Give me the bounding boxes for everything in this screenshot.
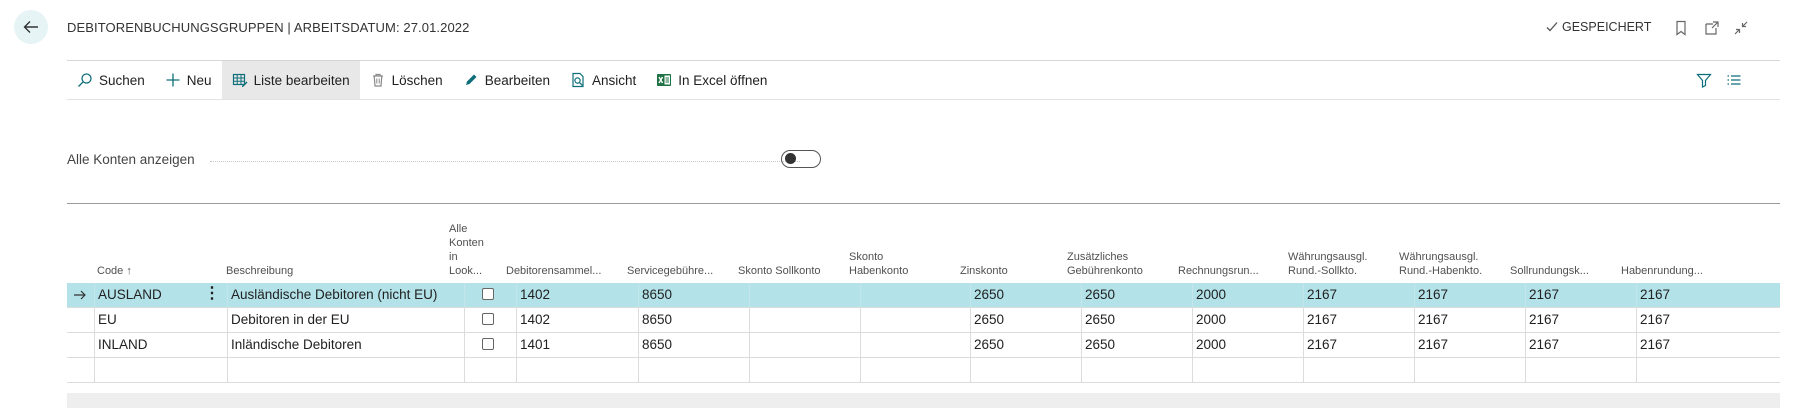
delete-button-label: Löschen <box>391 72 443 88</box>
col-header-wa-haben[interactable]: Währungsausgl. Rund.-Habenkto. <box>1399 250 1504 278</box>
plus-icon <box>165 72 181 88</box>
cell-code[interactable]: AUSLAND <box>98 283 162 307</box>
cell-habenrund[interactable]: 2167 <box>1640 283 1670 307</box>
table-header: Code ↑ Beschreibung Alle Konten in Look.… <box>67 215 1780 282</box>
cell-zins[interactable]: 2650 <box>974 333 1004 357</box>
save-status: GESPEICHERT <box>1545 20 1651 34</box>
cell-sollrund[interactable]: 2167 <box>1529 333 1559 357</box>
col-header-debitoren[interactable]: Debitorensammel... <box>506 264 601 278</box>
dotted-leader <box>210 161 800 162</box>
action-bar: Suchen Neu Liste bearbeiten Löschen Bear… <box>67 61 777 99</box>
edit-list-button-label: Liste bearbeiten <box>253 72 350 88</box>
view-button[interactable]: Ansicht <box>560 61 646 99</box>
view-button-label: Ansicht <box>592 72 637 88</box>
cell-debitoren[interactable]: 1402 <box>520 283 550 307</box>
filter-icon[interactable] <box>1695 71 1713 89</box>
search-icon <box>77 72 93 88</box>
cell-service[interactable]: 8650 <box>642 333 672 357</box>
cell-debitoren[interactable]: 1401 <box>520 333 550 357</box>
cell-wa-soll[interactable]: 2167 <box>1307 308 1337 332</box>
cell-service[interactable]: 8650 <box>642 308 672 332</box>
checkmark-icon <box>1546 22 1558 32</box>
cell-wa-haben[interactable]: 2167 <box>1418 283 1448 307</box>
back-button[interactable] <box>14 10 48 44</box>
list-view-icon[interactable] <box>1725 71 1743 89</box>
cell-wa-haben[interactable]: 2167 <box>1418 308 1448 332</box>
cell-zins[interactable]: 2650 <box>974 283 1004 307</box>
cell-alle-konten-checkbox[interactable] <box>482 313 494 325</box>
cell-sollrund[interactable]: 2167 <box>1529 283 1559 307</box>
save-status-label: GESPEICHERT <box>1562 20 1652 34</box>
cell-alle-konten-checkbox[interactable] <box>482 288 494 300</box>
cell-rechnung[interactable]: 2000 <box>1196 308 1226 332</box>
cell-code[interactable]: INLAND <box>98 333 148 357</box>
grid-footer <box>67 393 1780 408</box>
search-button-label: Suchen <box>99 72 145 88</box>
cell-alle-konten-checkbox[interactable] <box>482 338 494 350</box>
table-row-empty[interactable] <box>67 358 1780 383</box>
col-header-wa-soll[interactable]: Währungsausgl. Rund.-Sollkto. <box>1288 250 1393 278</box>
view-icon <box>570 72 586 88</box>
open-new-window-icon[interactable] <box>1703 19 1721 37</box>
cell-code[interactable]: EU <box>98 308 117 332</box>
open-in-excel-button[interactable]: In Excel öffnen <box>646 61 777 99</box>
new-button-label: Neu <box>186 72 212 88</box>
cell-service[interactable]: 8650 <box>642 283 672 307</box>
toggle-knob <box>785 153 796 164</box>
col-header-beschreibung[interactable]: Beschreibung <box>226 264 293 278</box>
open-in-excel-button-label: In Excel öffnen <box>678 72 768 88</box>
col-header-skonto-soll[interactable]: Skonto Sollkonto <box>738 264 821 278</box>
pencil-icon <box>463 72 479 88</box>
cell-habenrund[interactable]: 2167 <box>1640 333 1670 357</box>
cell-zusatz[interactable]: 2650 <box>1085 283 1115 307</box>
bookmark-icon[interactable] <box>1672 19 1690 37</box>
trash-icon <box>370 72 386 88</box>
new-button[interactable]: Neu <box>155 61 222 99</box>
cell-rechnung[interactable]: 2000 <box>1196 333 1226 357</box>
col-header-habenrund[interactable]: Habenrundung... <box>1621 264 1703 278</box>
arrow-left-icon <box>23 21 38 33</box>
row-selector-icon <box>73 283 91 307</box>
cell-wa-haben[interactable]: 2167 <box>1418 333 1448 357</box>
cell-beschreibung[interactable]: Ausländische Debitoren (nicht EU) <box>231 283 437 307</box>
table-row[interactable]: INLAND Inländische Debitoren 1401 8650 2… <box>67 333 1780 358</box>
collapse-icon[interactable] <box>1732 19 1750 37</box>
col-header-skonto-haben[interactable]: Skonto Habenkonto <box>849 250 921 278</box>
table-row[interactable]: AUSLAND ⋮ Ausländische Debitoren (nicht … <box>67 283 1780 308</box>
show-all-accounts-toggle[interactable] <box>781 150 821 168</box>
excel-icon <box>656 72 672 88</box>
edit-button-label: Bearbeiten <box>484 72 550 88</box>
divider <box>67 99 1780 100</box>
cell-zusatz[interactable]: 2650 <box>1085 333 1115 357</box>
col-header-alle-konten[interactable]: Alle Konten in Look... <box>449 222 491 278</box>
cell-wa-soll[interactable]: 2167 <box>1307 283 1337 307</box>
col-header-code[interactable]: Code ↑ <box>97 264 132 278</box>
cell-zusatz[interactable]: 2650 <box>1085 308 1115 332</box>
show-all-accounts-label: Alle Konten anzeigen <box>67 152 195 167</box>
divider <box>67 203 1780 204</box>
cell-habenrund[interactable]: 2167 <box>1640 308 1670 332</box>
col-header-service[interactable]: Servicegebühre... <box>627 264 713 278</box>
search-button[interactable]: Suchen <box>67 61 155 99</box>
table-row[interactable]: EU Debitoren in der EU 1402 8650 2650 26… <box>67 308 1780 333</box>
cell-wa-soll[interactable]: 2167 <box>1307 333 1337 357</box>
col-header-rechnung[interactable]: Rechnungsrun... <box>1178 264 1259 278</box>
edit-list-button[interactable]: Liste bearbeiten <box>221 61 360 99</box>
edit-list-icon <box>232 72 248 88</box>
edit-button[interactable]: Bearbeiten <box>453 61 560 99</box>
cell-debitoren[interactable]: 1402 <box>520 308 550 332</box>
cell-zins[interactable]: 2650 <box>974 308 1004 332</box>
cell-sollrund[interactable]: 2167 <box>1529 308 1559 332</box>
page-title: DEBITORENBUCHUNGSGRUPPEN | ARBEITSDATUM:… <box>67 20 470 35</box>
cell-rechnung[interactable]: 2000 <box>1196 283 1226 307</box>
cell-beschreibung[interactable]: Debitoren in der EU <box>231 308 350 332</box>
col-header-zins[interactable]: Zinskonto <box>960 264 1008 278</box>
col-header-sollrund[interactable]: Sollrundungsk... <box>1510 264 1589 278</box>
cell-beschreibung[interactable]: Inländische Debitoren <box>231 333 362 357</box>
delete-button[interactable]: Löschen <box>360 61 453 99</box>
col-header-zusatz[interactable]: Zusätzliches Gebührenkonto <box>1067 250 1167 278</box>
row-menu-icon[interactable]: ⋮ <box>204 283 220 307</box>
